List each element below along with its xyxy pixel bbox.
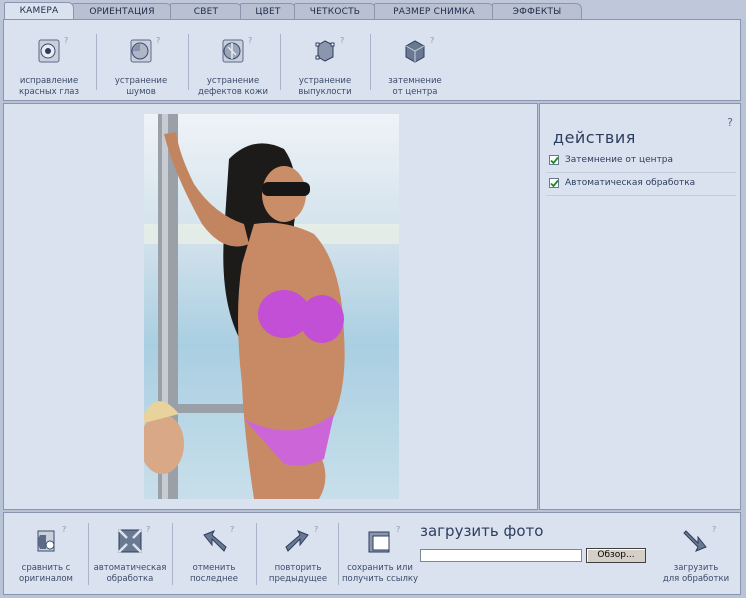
action-label: Затемнение от центра (565, 155, 674, 165)
tool-label: загрузить для обработки (662, 563, 730, 584)
browse-button[interactable]: Обзор... (586, 548, 646, 563)
tool-label: устранение выпуклости (298, 76, 352, 97)
checkmark-icon (550, 179, 559, 188)
file-path-input[interactable] (420, 549, 582, 562)
checkmark-icon (550, 156, 559, 165)
save-icon (368, 531, 390, 553)
noise-icon (130, 39, 152, 63)
noise-removal-button[interactable]: ? устранение шумов (96, 20, 186, 100)
help-icon[interactable]: ? (430, 36, 434, 45)
auto-process-button[interactable]: ? автоматическая обработка (88, 513, 172, 595)
red-eye-icon (38, 39, 60, 63)
bulge-icon (315, 40, 335, 62)
upload-arrow-icon (683, 530, 707, 552)
tab-effects[interactable]: ЭФФЕКТЫ (492, 3, 582, 19)
tool-label: отменить последнее (190, 563, 238, 584)
bulge-removal-button[interactable]: ? устранение выпуклости (280, 20, 370, 100)
tool-label: сохранить или получить ссылку (341, 563, 419, 584)
tool-label: устранение шумов (114, 76, 168, 97)
compare-button[interactable]: ? сравнить с оригиналом (4, 513, 88, 595)
tab-sharpness[interactable]: ЧЕТКОСТЬ (294, 3, 376, 19)
help-icon[interactable]: ? (396, 525, 400, 534)
save-button[interactable]: ? сохранить или получить ссылку (338, 513, 422, 595)
photo-preview (144, 114, 399, 499)
bottom-toolbar: ? сравнить с оригиналом ? автоматическая о… (3, 512, 741, 595)
vignette-button[interactable]: ? затемнение от центра (370, 20, 460, 100)
help-icon[interactable]: ? (248, 36, 252, 45)
tab-light[interactable]: СВЕТ (170, 3, 242, 19)
red-eye-fix-button[interactable]: ? исправление красных глаз (4, 20, 94, 100)
tab-camera[interactable]: КАМЕРА (4, 2, 74, 19)
upload-for-processing-button[interactable]: ? загрузить для обработки (654, 513, 738, 595)
vignette-icon (405, 40, 425, 63)
redo-icon (285, 530, 309, 552)
upload-title: загрузить фото (420, 522, 544, 540)
skin-icon (222, 39, 244, 63)
action-item[interactable]: Затемнение от центра (546, 150, 736, 173)
tool-label: автоматическая обработка (93, 563, 167, 584)
tool-label: повторить предыдущее (268, 563, 328, 584)
undo-button[interactable]: ? отменить последнее (172, 513, 256, 595)
tab-color[interactable]: ЦВЕТ (240, 3, 296, 19)
help-icon[interactable]: ? (64, 36, 68, 45)
tool-label: затемнение от центра (388, 76, 442, 97)
skin-defects-button[interactable]: ? устранение дефектов кожи (188, 20, 278, 100)
help-icon[interactable]: ? (146, 525, 150, 534)
help-icon[interactable]: ? (62, 525, 66, 534)
checkbox[interactable] (549, 178, 559, 188)
tab-bar: КАМЕРА ОРИЕНТАЦИЯ СВЕТ ЦВЕТ ЧЕТКОСТЬ РАЗ… (0, 0, 746, 20)
undo-icon (203, 530, 227, 552)
actions-panel: ? действия Затемнение от центра Автомати… (539, 103, 741, 510)
compare-icon (37, 530, 55, 552)
photo-panel (3, 103, 538, 510)
help-icon[interactable]: ? (340, 36, 344, 45)
tool-label: сравнить с оригиналом (19, 563, 73, 584)
camera-toolbar: ? исправление красных глаз ? устранение шу… (3, 19, 741, 101)
tool-label: исправление красных глаз (18, 76, 80, 97)
help-icon[interactable]: ? (712, 525, 716, 534)
action-label: Автоматическая обработка (565, 178, 696, 188)
help-icon[interactable]: ? (156, 36, 160, 45)
actions-title: действия (553, 128, 636, 147)
help-icon[interactable]: ? (727, 116, 733, 129)
action-item[interactable]: Автоматическая обработка (546, 173, 736, 196)
checkbox[interactable] (549, 155, 559, 165)
tool-label: устранение дефектов кожи (197, 76, 269, 97)
auto-icon (118, 529, 142, 553)
tab-orientation[interactable]: ОРИЕНТАЦИЯ (72, 3, 172, 19)
tab-photo-size[interactable]: РАЗМЕР СНИМКА (374, 3, 494, 19)
help-icon[interactable]: ? (230, 525, 234, 534)
help-icon[interactable]: ? (314, 525, 318, 534)
redo-button[interactable]: ? повторить предыдущее (256, 513, 340, 595)
